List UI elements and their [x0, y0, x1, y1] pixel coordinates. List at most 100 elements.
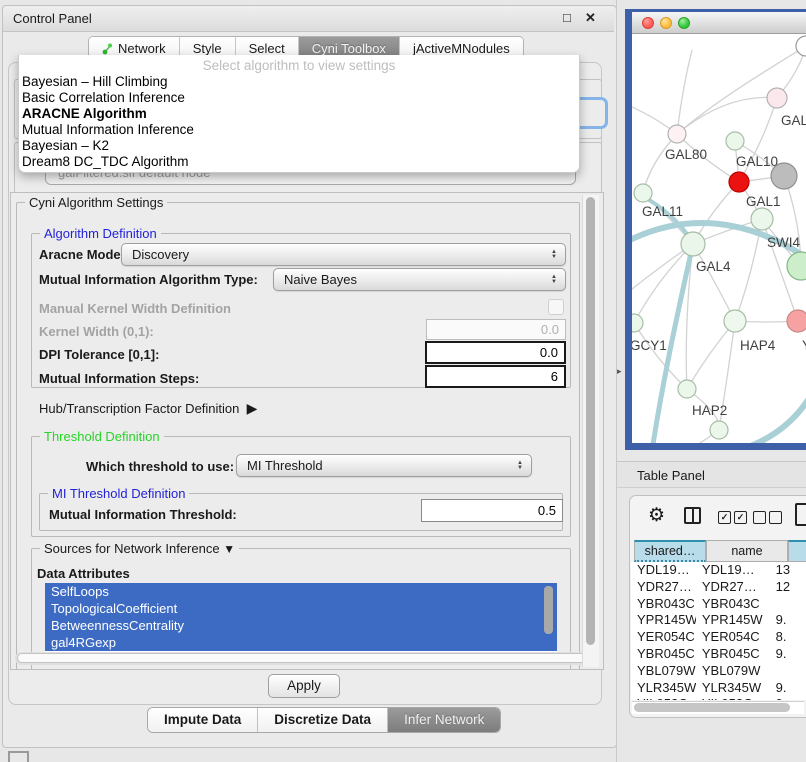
table-row[interactable]: YBR045CYBR045C9.: [631, 646, 806, 663]
settings-hscrollbar[interactable]: [15, 652, 595, 665]
kernel-width-input[interactable]: [426, 319, 566, 340]
kernel-width-label: Kernel Width (0,1):: [39, 324, 154, 339]
manual-kernel-width-label: Manual Kernel Width Definition: [39, 301, 231, 316]
node-label: GAL11: [642, 204, 683, 219]
column-header-partial[interactable]: [788, 540, 806, 562]
expanded-arrow-icon[interactable]: ▼: [223, 542, 235, 556]
data-attributes-list[interactable]: SelfLoopsTopologicalCoefficientBetweenne…: [45, 583, 557, 653]
mi-algorithm-type-combo[interactable]: Naive Bayes ▲▼: [273, 268, 566, 291]
table-row[interactable]: YDL19…YDL19…13: [631, 562, 806, 579]
table-row[interactable]: YER054CYER054C8.: [631, 629, 806, 646]
mi-threshold-input[interactable]: [421, 499, 563, 522]
hub-definition-toggle[interactable]: Hub/Transcription Factor Definition ▶: [39, 400, 257, 417]
tab-infer-network[interactable]: Infer Network: [388, 708, 500, 732]
unchecked-columns-icon[interactable]: [753, 511, 782, 524]
threshold-definition-title: Threshold Definition: [40, 429, 164, 444]
checked-columns-icon[interactable]: ✓✓: [718, 511, 747, 524]
column-header-shared[interactable]: shared…: [634, 540, 706, 562]
panel-divider-handle[interactable]: ▸: [617, 366, 622, 377]
table-cell: 12: [770, 579, 806, 596]
attributes-list-scrollbar[interactable]: [544, 586, 553, 634]
network-node[interactable]: [767, 88, 787, 108]
network-node[interactable]: [678, 380, 696, 398]
network-node[interactable]: [681, 232, 705, 256]
close-window-icon[interactable]: ✕: [585, 10, 596, 26]
zoom-traffic-light-icon[interactable]: [678, 17, 690, 29]
table-cell: YDL19…: [696, 562, 770, 579]
settings-vscrollbar[interactable]: [582, 195, 599, 667]
minimize-traffic-light-icon[interactable]: [660, 17, 672, 29]
network-node[interactable]: [796, 36, 806, 56]
algorithm-dropdown-placeholder: Select algorithm to view settings: [19, 57, 579, 74]
network-node[interactable]: [710, 421, 728, 439]
tab-discretize-data[interactable]: Discretize Data: [258, 708, 388, 732]
table-body[interactable]: YDL19…YDL19…13YDR27…YDR27…12YBR043CYBR04…: [631, 562, 806, 700]
table-cell: YBL079W: [631, 663, 696, 680]
algorithm-dropdown[interactable]: Select algorithm to view settings Bayesi…: [18, 55, 580, 173]
table-cell: YBR045C: [696, 646, 770, 663]
algorithm-option[interactable]: ARACNE Algorithm: [19, 106, 579, 122]
algorithm-option[interactable]: Bayesian – Hill Climbing: [19, 74, 579, 90]
combo-stepper-icon: ▲▼: [551, 250, 557, 259]
dock-panel-icon[interactable]: [8, 751, 29, 762]
node-label: GAL80: [665, 147, 707, 162]
which-threshold-label: Which threshold to use:: [86, 459, 234, 474]
table-row[interactable]: YIL052CYIL052C9: [631, 696, 806, 700]
split-view-icon[interactable]: [684, 507, 701, 524]
attribute-item[interactable]: TopologicalCoefficient: [45, 600, 557, 617]
attribute-item[interactable]: gal4RGexp: [45, 634, 557, 651]
attribute-item[interactable]: BetweennessCentrality: [45, 617, 557, 634]
table-cell: YIL052C: [696, 696, 770, 700]
tab-impute-data[interactable]: Impute Data: [148, 708, 258, 732]
table-row[interactable]: YDR27…YDR27…12: [631, 579, 806, 596]
table-cell: YDR27…: [696, 579, 770, 596]
float-window-icon[interactable]: □: [563, 10, 571, 25]
table-hscrollbar[interactable]: [632, 701, 804, 714]
algorithm-option[interactable]: Mutual Information Inference: [19, 122, 579, 138]
algorithm-option[interactable]: Dream8 DC_TDC Algorithm: [19, 154, 579, 170]
table-row[interactable]: YBR043CYBR043C: [631, 596, 806, 613]
mi-threshold-label: Mutual Information Threshold:: [49, 507, 237, 522]
network-canvas[interactable]: GALGAL80GAL10GAL1GAL11SWI4GAL4GCY1HAP4YH…: [632, 35, 806, 443]
dpi-tolerance-input[interactable]: [425, 341, 566, 364]
table-cell: YBR045C: [631, 646, 696, 663]
column-header-name[interactable]: name: [706, 540, 788, 562]
mi-steps-input[interactable]: [425, 365, 566, 388]
gear-icon[interactable]: ⚙: [648, 504, 665, 527]
table-cell: YER054C: [696, 629, 770, 646]
network-node[interactable]: [771, 163, 797, 189]
apply-button[interactable]: Apply: [268, 674, 340, 698]
attribute-item[interactable]: SelfLoops: [45, 583, 557, 600]
node-label: SWI4: [767, 235, 800, 250]
node-label: GCY1: [632, 338, 667, 353]
which-threshold-combo[interactable]: MI Threshold ▲▼: [236, 454, 532, 477]
algorithm-option[interactable]: Bayesian – K2: [19, 138, 579, 154]
network-node[interactable]: [634, 184, 652, 202]
table-row[interactable]: YBL079WYBL079W: [631, 663, 806, 680]
table-hscrollbar-thumb[interactable]: [634, 703, 790, 712]
settings-vscrollbar-thumb[interactable]: [586, 197, 595, 645]
network-node[interactable]: [668, 125, 686, 143]
control-panel-titlebar[interactable]: [3, 6, 614, 32]
table-row[interactable]: YLR345WYLR345W9.: [631, 680, 806, 697]
application-root: Control Panel □ ✕ Network Style Select C…: [0, 0, 806, 762]
algorithm-definition-title: Algorithm Definition: [40, 226, 161, 241]
manual-kernel-width-checkbox[interactable]: [548, 299, 564, 315]
network-icon: [102, 42, 113, 55]
close-traffic-light-icon[interactable]: [642, 17, 654, 29]
network-node[interactable]: [729, 172, 749, 192]
network-node[interactable]: [632, 314, 643, 332]
aracne-mode-combo[interactable]: Discovery ▲▼: [121, 243, 566, 266]
network-node[interactable]: [787, 252, 806, 280]
combo-stepper-icon: ▲▼: [517, 461, 523, 470]
new-table-icon[interactable]: [795, 503, 806, 526]
network-node[interactable]: [724, 310, 746, 332]
network-window-titlebar[interactable]: [632, 12, 806, 34]
algorithm-option[interactable]: Basic Correlation Inference: [19, 90, 579, 106]
network-node[interactable]: [751, 208, 773, 230]
combo-stepper-icon: ▲▼: [551, 275, 557, 284]
settings-hscrollbar-thumb[interactable]: [17, 653, 589, 663]
table-row[interactable]: YPR145WYPR145W9.: [631, 612, 806, 629]
network-node[interactable]: [787, 310, 806, 332]
network-node[interactable]: [726, 132, 744, 150]
